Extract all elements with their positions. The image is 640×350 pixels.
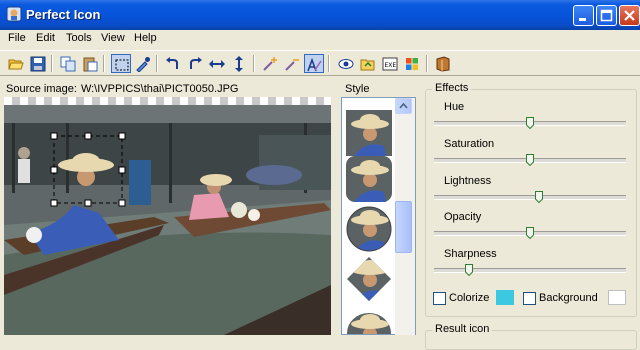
preview-icon bbox=[338, 59, 354, 69]
style-scrollbar[interactable] bbox=[395, 98, 415, 335]
close-button[interactable] bbox=[619, 5, 640, 26]
menu-bar: File Edit Tools View Help bbox=[0, 30, 640, 48]
source-photo bbox=[4, 105, 331, 335]
svg-text:EXE: EXE bbox=[385, 62, 397, 69]
toolbar: EXE bbox=[0, 50, 640, 76]
rotate-right-icon bbox=[190, 57, 202, 69]
app-icon bbox=[6, 6, 22, 22]
opacity-slider-thumb[interactable] bbox=[526, 227, 534, 239]
source-image-canvas[interactable] bbox=[4, 105, 331, 335]
copy-icon bbox=[60, 56, 76, 72]
flip-horizontal-button[interactable] bbox=[207, 54, 227, 73]
wand-remove-button[interactable] bbox=[282, 54, 302, 73]
style-thumb-square[interactable] bbox=[346, 110, 392, 156]
toolbar-separator bbox=[156, 55, 158, 72]
lightness-slider-thumb[interactable] bbox=[535, 191, 543, 203]
source-image-label: Source image: W:\IVPPICS\thai\PICT0050.JP… bbox=[6, 83, 238, 95]
flip-vertical-button[interactable] bbox=[229, 54, 249, 73]
export-button[interactable] bbox=[358, 54, 378, 73]
window-title: Perfect Icon bbox=[26, 7, 101, 22]
background-color-swatch[interactable] bbox=[608, 290, 626, 305]
toolbar-separator bbox=[328, 55, 330, 72]
wand-remove-icon bbox=[285, 59, 299, 71]
rotate-left-button[interactable] bbox=[163, 54, 183, 73]
lightness-label: Lightness bbox=[444, 175, 492, 187]
toolbar-separator bbox=[103, 55, 105, 72]
paste-icon bbox=[83, 57, 98, 72]
style-thumb-octagon[interactable] bbox=[346, 256, 392, 302]
hue-label: Hue bbox=[444, 101, 465, 113]
windows-icon bbox=[406, 58, 418, 70]
saturation-slider[interactable] bbox=[434, 154, 626, 166]
toolbar-separator bbox=[253, 55, 255, 72]
open-button[interactable] bbox=[6, 54, 26, 73]
menu-tools[interactable]: Tools bbox=[66, 32, 92, 44]
toolbar-separator bbox=[51, 55, 53, 72]
maximize-icon bbox=[600, 9, 613, 22]
scroll-thumb[interactable] bbox=[395, 201, 412, 253]
close-icon bbox=[624, 10, 635, 21]
effects-label: Effects bbox=[432, 82, 472, 94]
style-thumb-circle[interactable] bbox=[346, 206, 392, 252]
flip-vertical-icon bbox=[235, 56, 243, 72]
saturation-slider-thumb[interactable] bbox=[526, 154, 534, 166]
save-icon bbox=[30, 56, 46, 72]
windows-button[interactable] bbox=[402, 54, 422, 73]
background-label: Background bbox=[539, 292, 598, 304]
select-icon bbox=[115, 59, 129, 71]
help-book-button[interactable] bbox=[433, 54, 453, 73]
title-bar[interactable]: Perfect Icon bbox=[0, 0, 640, 30]
hue-slider[interactable] bbox=[434, 117, 626, 129]
auto-fit-icon bbox=[307, 57, 322, 72]
paste-button[interactable] bbox=[80, 54, 100, 73]
minimize-icon bbox=[579, 18, 586, 21]
select-button[interactable] bbox=[111, 54, 131, 73]
menu-edit[interactable]: Edit bbox=[36, 32, 55, 44]
opacity-slider[interactable] bbox=[434, 227, 626, 239]
transparency-strip bbox=[4, 97, 331, 105]
sharpness-slider[interactable] bbox=[434, 264, 626, 276]
rotate-right-button[interactable] bbox=[185, 54, 205, 73]
menu-view[interactable]: View bbox=[101, 32, 125, 44]
colorize-checkbox[interactable] bbox=[433, 292, 446, 305]
preview-button[interactable] bbox=[336, 54, 356, 73]
colorize-color-swatch[interactable] bbox=[496, 290, 514, 305]
menu-file[interactable]: File bbox=[8, 32, 26, 44]
sharpness-label: Sharpness bbox=[444, 248, 497, 260]
style-thumb-blob[interactable] bbox=[346, 310, 392, 335]
export-icon bbox=[360, 59, 375, 71]
picker-button[interactable] bbox=[133, 54, 153, 73]
help-book-icon bbox=[436, 56, 450, 72]
minimize-button[interactable] bbox=[573, 5, 594, 26]
picker-icon bbox=[136, 57, 150, 72]
colorize-label: Colorize bbox=[449, 292, 490, 304]
source-image-caption: Source image: bbox=[6, 83, 77, 95]
copy-button[interactable] bbox=[58, 54, 78, 73]
lightness-slider[interactable] bbox=[434, 191, 626, 203]
hue-slider-thumb[interactable] bbox=[526, 117, 534, 129]
result-icon-label: Result icon bbox=[432, 323, 493, 335]
opacity-label: Opacity bbox=[444, 211, 482, 223]
extract-button[interactable]: EXE bbox=[380, 54, 400, 73]
scroll-up-button[interactable] bbox=[395, 98, 412, 114]
menu-help[interactable]: Help bbox=[134, 32, 157, 44]
flip-horizontal-icon bbox=[209, 60, 225, 68]
background-checkbox[interactable] bbox=[523, 292, 536, 305]
open-icon bbox=[8, 59, 24, 70]
sharpness-slider-thumb[interactable] bbox=[465, 264, 473, 276]
style-label: Style bbox=[345, 83, 370, 95]
chevron-up-icon bbox=[399, 102, 408, 109]
saturation-label: Saturation bbox=[444, 138, 495, 150]
toolbar-separator bbox=[426, 55, 428, 72]
extract-icon: EXE bbox=[382, 57, 398, 71]
wand-add-icon bbox=[263, 57, 277, 71]
maximize-button[interactable] bbox=[596, 5, 617, 26]
wand-add-button[interactable] bbox=[260, 54, 280, 73]
source-image-path: W:\IVPPICS\thai\PICT0050.JPG bbox=[80, 83, 239, 95]
rotate-left-icon bbox=[166, 57, 178, 69]
style-thumb-rounded[interactable] bbox=[346, 156, 392, 202]
save-button[interactable] bbox=[28, 54, 48, 73]
auto-fit-button[interactable] bbox=[304, 54, 324, 73]
